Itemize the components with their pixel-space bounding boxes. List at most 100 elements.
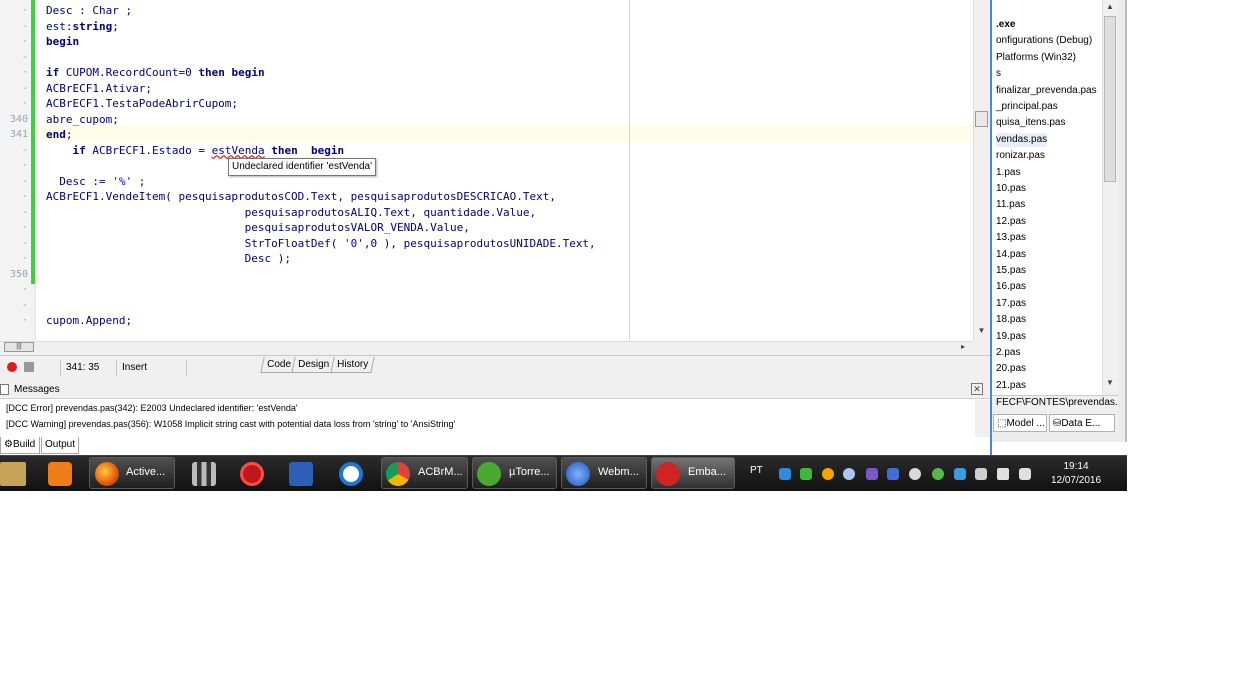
close-icon[interactable]: ✕	[971, 383, 983, 395]
word-icon[interactable]	[289, 462, 313, 486]
code-token: ,0 ), pesquisaprodutosUNIDADE.Text,	[363, 236, 596, 250]
tray-app-icon[interactable]	[866, 468, 878, 480]
project-tree-item[interactable]: _principal.pas	[996, 100, 1058, 114]
code-line[interactable]: StrToFloatDef( '0',0 ), pesquisaprodutos…	[46, 236, 596, 252]
code-line[interactable]: ACBrECF1.Ativar;	[46, 81, 152, 97]
tray-app-icon[interactable]	[822, 468, 834, 480]
tray-sync-icon[interactable]	[909, 468, 921, 480]
tab-data-explorer[interactable]: ⛁Data E...	[1049, 414, 1115, 432]
project-tree-item[interactable]: 11.pas	[996, 198, 1025, 212]
project-tree-scroll-thumb[interactable]	[1104, 16, 1116, 182]
line-number: -	[21, 175, 28, 187]
code-line[interactable]: Desc : Char ;	[46, 3, 132, 19]
project-tree-item[interactable]: quisa_itens.pas	[996, 116, 1066, 130]
clock-time: 19:14	[1063, 461, 1089, 472]
line-number: ·	[21, 5, 28, 16]
code-token: ;	[112, 19, 119, 33]
editor-horizontal-scrollbar[interactable]	[0, 341, 973, 355]
code-line[interactable]: abre_cupom;	[46, 112, 119, 128]
line-number: -	[21, 82, 28, 94]
tray-network-icon[interactable]	[779, 468, 791, 480]
tray-shield-icon[interactable]	[887, 468, 899, 480]
stop-macro-icon[interactable]	[24, 362, 34, 372]
clock[interactable]: 19:14 12/07/2016	[1038, 460, 1114, 488]
taskbar-label: ACBrM...	[418, 466, 463, 478]
tools-icon[interactable]	[192, 462, 216, 486]
tab-build[interactable]: ⚙Build	[0, 437, 40, 454]
embarcadero-icon	[656, 462, 680, 486]
tab-model-view[interactable]: ⬚Model ...	[993, 414, 1047, 432]
tray-monitor-icon[interactable]	[975, 468, 987, 480]
code-line[interactable]: pesquisaprodutosALIQ.Text, quantidade.Va…	[46, 205, 536, 221]
record-macro-icon[interactable]	[7, 362, 17, 372]
editor-vertical-scrollbar[interactable]	[973, 0, 990, 341]
code-area[interactable]	[35, 0, 973, 341]
code-line[interactable]: end;	[46, 127, 73, 143]
taskbar-label: Emba...	[688, 466, 726, 478]
project-tree-item[interactable]: .exe	[996, 18, 1015, 32]
code-line[interactable]: Desc := '%' ;	[46, 174, 145, 190]
code-line[interactable]: cupom.Append;	[46, 313, 132, 329]
scroll-down-arrow-icon[interactable]: ▼	[975, 326, 988, 335]
project-tree-item[interactable]: 12.pas	[996, 215, 1026, 229]
project-tree-item[interactable]: 10.pas	[996, 182, 1026, 196]
scroll-down-arrow-icon[interactable]: ▼	[1104, 378, 1116, 387]
scroll-right-arrow-icon[interactable]: ▸	[961, 341, 971, 353]
editor-horizontal-scroll-thumb[interactable]: |||	[4, 342, 34, 352]
line-number: 350	[9, 268, 28, 280]
code-line[interactable]: pesquisaprodutosVALOR_VENDA.Value,	[46, 220, 470, 236]
project-tree-item[interactable]: Platforms (Win32)	[996, 51, 1076, 65]
tab-output[interactable]: Output	[41, 437, 79, 454]
code-token: ACBrECF1.Estado =	[85, 143, 212, 157]
build-icon: ⚙	[4, 439, 13, 450]
project-tree-item[interactable]: 21.pas	[996, 379, 1026, 393]
project-tree-item[interactable]: 19.pas	[996, 330, 1026, 344]
tray-app-icon[interactable]	[843, 468, 855, 480]
project-tree-item[interactable]: 16.pas	[996, 280, 1026, 294]
message-warning[interactable]: [DCC Warning] prevendas.pas(356): W1058 …	[6, 417, 455, 431]
media-player-icon[interactable]	[48, 462, 72, 486]
project-tree-item[interactable]: 18.pas	[996, 313, 1026, 327]
project-tree-item[interactable]: 17.pas	[996, 297, 1026, 311]
file-explorer-icon[interactable]	[0, 462, 26, 486]
code-line[interactable]: begin	[46, 34, 79, 50]
project-tree-item[interactable]: 20.pas	[996, 362, 1026, 376]
code-token: Desc : Char ;	[46, 4, 133, 17]
tray-flag-icon[interactable]	[1019, 468, 1031, 480]
tray-utorrent-icon[interactable]	[932, 468, 944, 480]
project-tree-item[interactable]: 15.pas	[996, 264, 1026, 278]
project-tree-item[interactable]: vendas.pas	[996, 132, 1048, 147]
tray-volume-icon[interactable]	[997, 468, 1009, 480]
project-tree-item[interactable]: 2.pas	[996, 346, 1020, 360]
code-line[interactable]: ACBrECF1.VendeItem( pesquisaprodutosCOD.…	[46, 189, 556, 205]
clock-date: 12/07/2016	[1050, 475, 1102, 486]
code-line[interactable]: if CUPOM.RecordCount=0 then begin	[46, 65, 265, 81]
delphi-icon[interactable]	[240, 462, 264, 486]
code-line[interactable]: est:string;	[46, 19, 119, 35]
language-indicator[interactable]: PT	[750, 465, 763, 476]
project-tree-item[interactable]: 14.pas	[996, 248, 1026, 262]
editor-vertical-scroll-thumb[interactable]	[975, 111, 988, 127]
tray-app-icon[interactable]	[954, 468, 966, 480]
message-error[interactable]: [DCC Error] prevendas.pas(342): E2003 Un…	[6, 401, 298, 415]
tab-design[interactable]: Design	[291, 357, 336, 373]
messages-scrollbar[interactable]	[975, 400, 990, 437]
keyword-token: if	[72, 143, 86, 157]
ccleaner-icon[interactable]	[339, 462, 363, 486]
project-tree-item[interactable]: finalizar_prevenda.pas	[996, 84, 1097, 98]
code-line[interactable]: Desc );	[46, 251, 291, 267]
code-token: '0'	[344, 236, 364, 250]
project-tree-item[interactable]: onfigurations (Debug)	[996, 34, 1092, 48]
code-line[interactable]: ACBrECF1.TestaPodeAbrirCupom;	[46, 96, 238, 112]
tab-history[interactable]: History	[330, 357, 375, 373]
tray-app-icon[interactable]	[800, 468, 812, 480]
project-tree-item[interactable]: 1.pas	[996, 166, 1020, 180]
project-tree-item[interactable]: s	[996, 67, 1001, 81]
scroll-up-arrow-icon[interactable]: ▲	[1104, 2, 1116, 11]
error-tooltip: Undeclared identifier 'estVenda'	[228, 158, 377, 176]
project-tree-item[interactable]: 13.pas	[996, 231, 1026, 245]
code-line[interactable]: if ACBrECF1.Estado = estVenda then begin	[46, 143, 345, 159]
code-token: ACBrECF1.TestaPodeAbrirCupom;	[46, 97, 239, 110]
project-tree-item[interactable]: ronizar.pas	[996, 149, 1045, 163]
code-token: pesquisaprodutosALIQ.Text, quantidade.Va…	[46, 205, 537, 219]
